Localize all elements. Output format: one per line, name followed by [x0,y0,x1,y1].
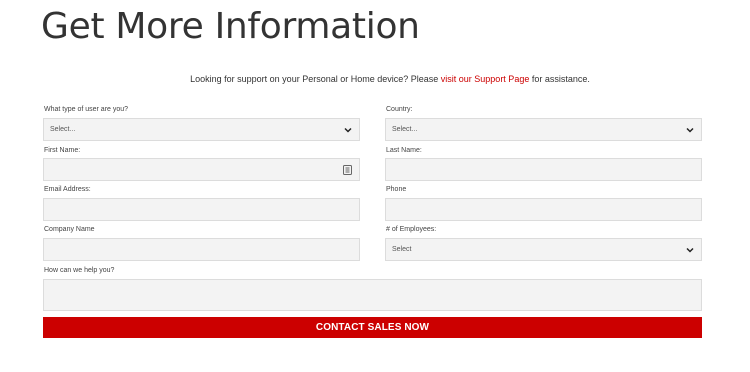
user-type-select[interactable]: Select... [43,118,360,141]
contact-card-icon[interactable] [343,165,352,175]
support-notice: Looking for support on your Personal or … [0,74,750,84]
support-text-before: Looking for support on your Personal or … [190,74,441,84]
chevron-down-icon [686,127,694,133]
user-type-selected-value: Select... [50,126,76,133]
help-textarea[interactable] [43,279,702,311]
chevron-down-icon [344,127,352,133]
phone-label: Phone [386,186,407,193]
country-label: Country: [386,106,413,113]
email-field[interactable] [43,198,360,221]
country-select[interactable]: Select... [385,118,702,141]
chevron-down-icon [686,247,694,253]
country-selected-value: Select... [392,126,418,133]
help-label: How can we help you? [44,267,115,274]
last-name-field[interactable] [385,158,702,181]
first-name-label: First Name: [44,147,81,154]
first-name-field[interactable] [43,158,360,181]
company-label: Company Name [44,226,95,233]
email-label: Email Address: [44,186,91,193]
user-type-label: What type of user are you? [44,106,129,113]
phone-field[interactable] [385,198,702,221]
employees-label: # of Employees: [386,226,437,233]
support-page-link[interactable]: visit our Support Page [441,74,530,84]
employees-selected-value: Select [392,246,412,253]
contact-sales-button[interactable]: CONTACT SALES NOW [43,317,702,338]
employees-select[interactable]: Select [385,238,702,261]
company-field[interactable] [43,238,360,261]
page-title: Get More Information [41,6,420,47]
last-name-label: Last Name: [386,147,422,154]
support-text-after: for assistance. [529,74,590,84]
